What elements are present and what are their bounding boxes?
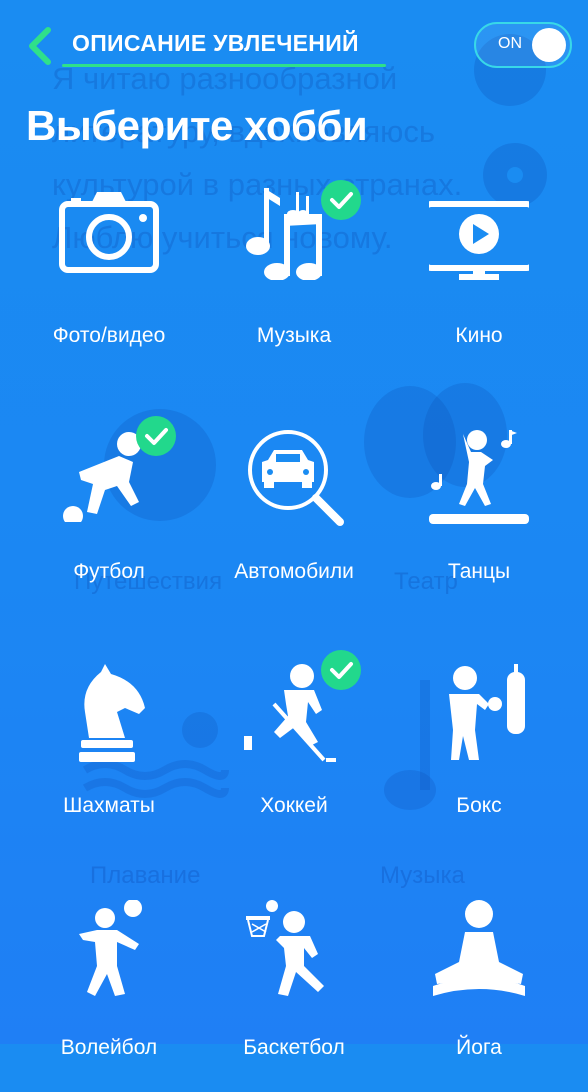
car-search-icon [248, 430, 344, 526]
hobby-tile-volleyball[interactable]: Волейбол [16, 892, 202, 1092]
hobby-label: Хоккей [260, 794, 328, 817]
ghost-label-swimming: Плавание [90, 862, 201, 889]
page-title: Выберите хобби [26, 102, 368, 149]
toggle-knob [532, 28, 566, 62]
dancer-icon [429, 430, 529, 524]
hobby-tile-chess[interactable]: Шахматы [16, 650, 202, 850]
hobby-label: Автомобили [234, 560, 354, 583]
hobby-label: Шахматы [63, 794, 155, 817]
boxer-icon [449, 664, 525, 760]
hobby-label: Волейбол [60, 1036, 158, 1059]
selected-check-icon [321, 650, 361, 690]
hobby-label: Бокс [456, 794, 502, 817]
tv-play-icon [429, 201, 529, 280]
hobby-tile-hockey[interactable]: Хоккей [201, 650, 387, 850]
hobby-label: Фото/видео [52, 324, 166, 347]
hobby-tile-cinema[interactable]: Кино [386, 180, 572, 380]
hobby-tile-boxing[interactable]: Бокс [386, 650, 572, 850]
on-off-toggle[interactable]: ON [474, 22, 572, 68]
header-underline [62, 64, 386, 67]
header: ОПИСАНИЕ УВЛЕЧЕНИЙ ON [0, 0, 588, 90]
hobby-tile-dance[interactable]: Танцы [386, 416, 572, 616]
hobby-tile-cars[interactable]: Автомобили [201, 416, 387, 616]
hobby-label: Танцы [447, 560, 511, 583]
hobby-label: Музыка [256, 324, 332, 347]
hobby-tile-photo[interactable]: Фото/видео [16, 180, 202, 380]
hobby-label: Баскетбол [243, 1036, 345, 1059]
basketball-player-icon [246, 900, 324, 996]
hobby-tile-yoga[interactable]: Йога [386, 892, 572, 1092]
hobby-label: Футбол [73, 560, 145, 583]
back-chevron-icon[interactable] [22, 24, 58, 68]
selected-check-icon [321, 180, 361, 220]
hobby-label: Йога [456, 1036, 502, 1059]
hobby-tile-music[interactable]: Музыка [201, 180, 387, 380]
yoga-icon [433, 900, 525, 996]
header-title: ОПИСАНИЕ УВЛЕЧЕНИЙ [72, 30, 359, 56]
camera-icon [59, 192, 159, 273]
volleyball-player-icon [79, 900, 142, 996]
ghost-label-music: Музыка [380, 862, 465, 889]
selected-check-icon [136, 416, 176, 456]
toggle-label: ON [498, 35, 522, 52]
hobby-tile-football[interactable]: Футбол [16, 416, 202, 616]
hobby-label: Кино [455, 324, 503, 347]
hobby-tile-basketball[interactable]: Баскетбол [201, 892, 387, 1092]
chess-knight-icon [79, 664, 145, 762]
